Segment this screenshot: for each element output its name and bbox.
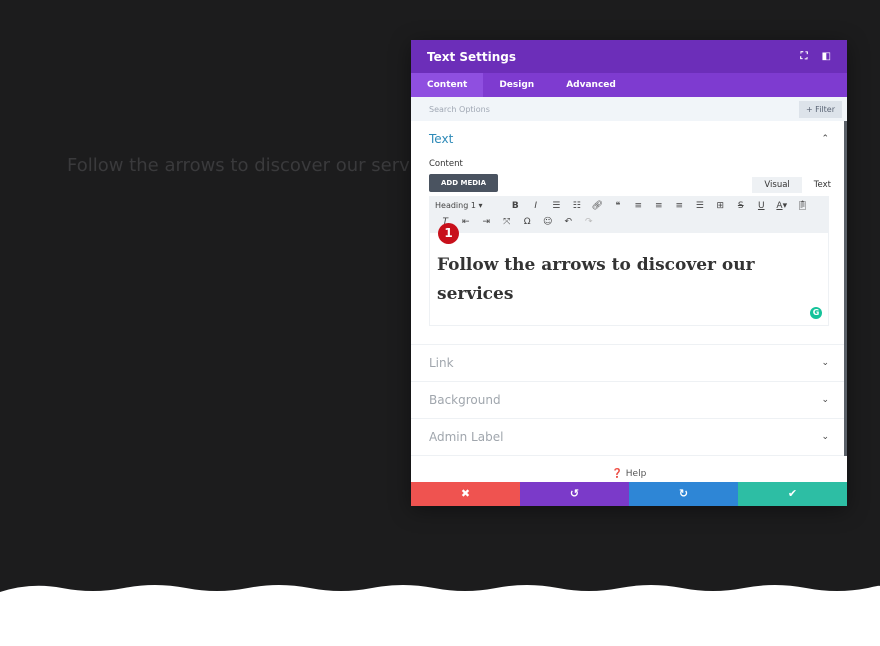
editor-toolbar: Heading 1 ▾ B I ☰ ☷ 🔗︎ ❝ ≡ ≡ ≡ ☰ ⊞ S U A… (429, 196, 829, 232)
italic-icon[interactable]: I (526, 198, 547, 214)
grammarly-icon[interactable]: G (810, 307, 822, 319)
strikethrough-icon[interactable]: S (731, 198, 752, 214)
text-settings-modal: Text Settings ⛶ ◧ Content Design Advance… (411, 40, 847, 506)
section-background-label: Background (429, 393, 501, 407)
editor-content[interactable]: Follow the arrows to discover our servic… (437, 251, 821, 309)
search-bar: Search Options + Filter (411, 97, 847, 121)
emoji-icon[interactable]: ☺ (538, 214, 559, 230)
format-select-value: Heading 1 (435, 201, 476, 210)
modal-footer: ✖ ↺ ↻ ✔ (411, 482, 847, 506)
sidebar-toggle-icon[interactable]: ◧ (822, 51, 831, 62)
fullscreen-icon[interactable]: ⛶ (801, 51, 808, 62)
numbered-list-icon[interactable]: ☷ (567, 198, 588, 214)
help-label: Help (625, 469, 647, 479)
section-admin-label[interactable]: Admin Label ⌄ (411, 418, 847, 455)
chevron-down-icon: ⌄ (821, 358, 829, 368)
modal-header: Text Settings ⛶ ◧ (411, 40, 847, 73)
tab-design[interactable]: Design (483, 73, 550, 97)
modal-title: Text Settings (427, 49, 517, 64)
text-section-title: Text (429, 132, 454, 146)
indent-icon[interactable]: ⇥ (476, 214, 497, 230)
tab-advanced[interactable]: Advanced (550, 73, 632, 97)
help-link[interactable]: ❓ Help (411, 467, 847, 482)
add-media-button[interactable]: ADD MEDIA (429, 174, 499, 192)
bullet-list-icon[interactable]: ☰ (546, 198, 567, 214)
help-icon: ❓ (611, 469, 623, 479)
omega-icon[interactable]: Ω (517, 214, 538, 230)
table-icon[interactable]: ⊞ (710, 198, 731, 214)
tab-content[interactable]: Content (411, 73, 484, 97)
section-link[interactable]: Link ⌄ (411, 344, 847, 381)
chevron-down-icon: ⌄ (821, 432, 829, 442)
save-button[interactable]: ✔ (738, 482, 847, 506)
modal-tabs: Content Design Advanced (411, 73, 847, 97)
visual-tab[interactable]: Visual (752, 177, 802, 193)
align-left-icon[interactable]: ≡ (628, 198, 649, 214)
outdent-icon[interactable]: ⇤ (456, 214, 477, 230)
background-heading: Follow the arrows to discover our servic… (67, 155, 446, 176)
blockquote-icon[interactable]: ❝ (608, 198, 629, 214)
search-input[interactable]: Search Options (429, 105, 799, 114)
justify-icon[interactable]: ☰ (690, 198, 711, 214)
text-color-icon[interactable]: A▾ (772, 198, 793, 214)
align-center-icon[interactable]: ≡ (649, 198, 670, 214)
chevron-down-icon: ⌄ (821, 395, 829, 405)
section-link-label: Link (429, 356, 454, 370)
text-section-toggle[interactable]: Text ⌃ (429, 121, 829, 157)
redo-icon[interactable]: ↷ (579, 214, 600, 230)
text-tab[interactable]: Text (802, 177, 843, 193)
fullscreen-editor-icon[interactable]: ⤧ (497, 214, 518, 230)
chevron-up-icon: ⌃ (821, 134, 829, 144)
link-icon[interactable]: 🔗︎ (587, 198, 608, 214)
step-badge: 1 (438, 223, 459, 244)
underline-icon[interactable]: U (751, 198, 772, 214)
editor-area[interactable]: 1 Follow the arrows to discover our serv… (429, 223, 829, 326)
align-right-icon[interactable]: ≡ (669, 198, 690, 214)
bold-icon[interactable]: B (505, 198, 526, 214)
redo-button[interactable]: ↻ (629, 482, 738, 506)
section-admin-label-label: Admin Label (429, 430, 504, 444)
wave-divider (0, 585, 880, 646)
section-background[interactable]: Background ⌄ (411, 381, 847, 418)
cancel-button[interactable]: ✖ (411, 482, 520, 506)
paste-icon[interactable]: 📋︎ (792, 198, 813, 214)
format-select[interactable]: Heading 1 ▾ (435, 198, 505, 214)
undo-button[interactable]: ↺ (520, 482, 629, 506)
undo-icon[interactable]: ↶ (558, 214, 579, 230)
content-label: Content (429, 159, 463, 169)
filter-button[interactable]: + Filter (798, 100, 842, 118)
